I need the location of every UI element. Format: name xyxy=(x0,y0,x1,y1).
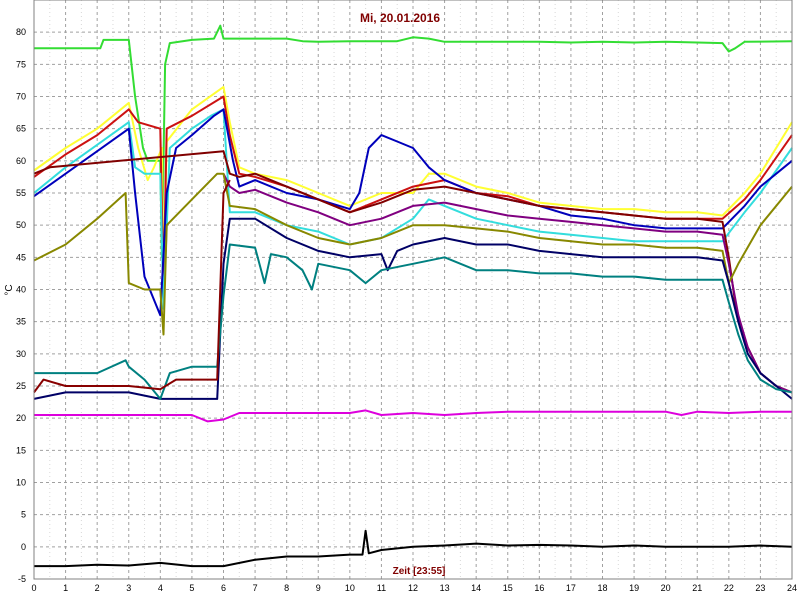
y-tick-label: 25 xyxy=(16,381,26,391)
y-tick-label: 70 xyxy=(16,92,26,102)
x-tick-label: 11 xyxy=(377,583,386,593)
x-tick-label: 3 xyxy=(126,583,131,593)
y-tick-label: 30 xyxy=(16,349,26,359)
y-tick-label: 5 xyxy=(21,510,26,520)
y-tick-label: 45 xyxy=(16,252,26,262)
y-tick-label: 55 xyxy=(16,188,26,198)
x-tick-label: 9 xyxy=(316,583,321,593)
x-tick-label: 22 xyxy=(724,583,734,593)
y-tick-label: 20 xyxy=(16,413,26,423)
x-tick-label: 13 xyxy=(440,583,450,593)
x-tick-label: 17 xyxy=(566,583,576,593)
x-tick-label: 12 xyxy=(408,583,418,593)
x-tick-label: 14 xyxy=(471,583,481,593)
x-tick-label: 1 xyxy=(63,583,68,593)
y-tick-label: 15 xyxy=(16,445,26,455)
y-axis-label: °C xyxy=(4,284,15,295)
y-tick-label: 75 xyxy=(16,59,26,69)
x-tick-label: 0 xyxy=(31,583,36,593)
y-tick-label: 60 xyxy=(16,156,26,166)
chart-title: Mi, 20.01.2016 xyxy=(360,11,440,25)
x-tick-label: 15 xyxy=(503,583,513,593)
x-tick-label: 21 xyxy=(692,583,702,593)
y-tick-label: -5 xyxy=(18,574,26,584)
y-tick-label: 10 xyxy=(16,478,26,488)
y-tick-label: 50 xyxy=(16,220,26,230)
chart-root: 0 1 2 3 4 5 6 7 8 9 10 11 12 13 14 15 16 17 18 19 20 21 22 23 24… xyxy=(0,0,800,600)
x-tick-label: 5 xyxy=(189,583,194,593)
x-tick-label: 6 xyxy=(221,583,226,593)
x-tick-label: 2 xyxy=(95,583,100,593)
x-tick-label: 8 xyxy=(284,583,289,593)
x-tick-label: 20 xyxy=(661,583,671,593)
x-tick-label: 7 xyxy=(253,583,258,593)
x-tick-label: 19 xyxy=(629,583,639,593)
x-tick-label: 23 xyxy=(755,583,765,593)
y-tick-label: 40 xyxy=(16,285,26,295)
y-tick-label: 35 xyxy=(16,317,26,327)
x-tick-label: 16 xyxy=(534,583,544,593)
y-tick-label: 65 xyxy=(16,124,26,134)
x-tick-label: 10 xyxy=(345,583,355,593)
x-tick-label: 24 xyxy=(787,583,797,593)
x-tick-label: 18 xyxy=(597,583,607,593)
x-axis-label: Zeit [23:55] xyxy=(393,566,446,577)
chart-background xyxy=(0,0,800,600)
line-chart: 0 1 2 3 4 5 6 7 8 9 10 11 12 13 14 15 16 17 18 19 20 21 22 23 24… xyxy=(0,0,800,600)
y-tick-label: 0 xyxy=(21,542,26,552)
y-tick-label: 80 xyxy=(16,27,26,37)
x-tick-label: 4 xyxy=(158,583,163,593)
